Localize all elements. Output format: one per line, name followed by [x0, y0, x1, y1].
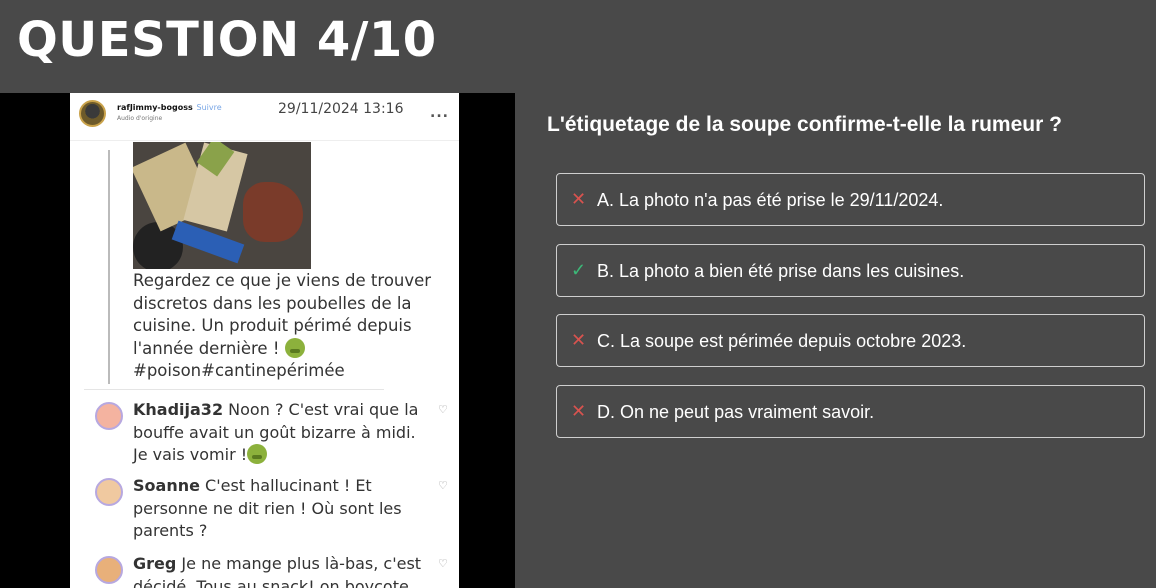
comment-author: Greg — [133, 554, 177, 573]
post-header: rafJimmy-bogoss Suivre Audio d'origine 2… — [70, 93, 459, 141]
audio-label[interactable]: Audio d'origine — [117, 115, 162, 122]
answer-label: B. La photo a bien été prise dans les cu… — [597, 261, 965, 281]
cross-icon: ✕ — [571, 401, 587, 421]
more-options-icon[interactable]: ... — [430, 105, 449, 121]
avatar[interactable] — [95, 556, 123, 584]
nauseated-face-icon — [284, 337, 305, 358]
cross-icon: ✕ — [571, 189, 587, 209]
comment-text: Khadija32 Noon ? C'est vrai que la bouff… — [133, 400, 419, 464]
post-panel: rafJimmy-bogoss Suivre Audio d'origine 2… — [0, 93, 515, 588]
answer-label: A. La photo n'a pas été prise le 29/11/2… — [597, 190, 944, 210]
comment-text: Soanne C'est hallucinant ! Et personne n… — [133, 476, 402, 540]
answer-option-a[interactable]: ✕ A. La photo n'a pas été prise le 29/11… — [556, 173, 1145, 226]
heart-icon[interactable]: ♡ — [438, 403, 448, 416]
answer-option-b[interactable]: ✓ B. La photo a bien été prise dans les … — [556, 244, 1145, 297]
comment-author: Khadija32 — [133, 400, 224, 419]
check-icon: ✓ — [571, 260, 587, 280]
avatar[interactable] — [79, 100, 106, 127]
follow-button[interactable]: Suivre — [197, 103, 222, 112]
divider — [84, 389, 384, 390]
thread-line — [108, 150, 110, 384]
avatar[interactable] — [95, 402, 123, 430]
avatar[interactable] — [95, 478, 123, 506]
post-caption: Regardez ce que je viens de trouver disc… — [133, 271, 432, 380]
header: QUESTION 4/10 — [0, 0, 1156, 93]
question-counter: QUESTION 4/10 — [17, 12, 437, 68]
trash-photo[interactable] — [133, 142, 311, 269]
post-timestamp: 29/11/2024 13:16 — [278, 101, 404, 117]
answer-label: D. On ne peut pas vraiment savoir. — [597, 402, 875, 422]
cross-icon: ✕ — [571, 330, 587, 350]
social-post: rafJimmy-bogoss Suivre Audio d'origine 2… — [70, 93, 459, 588]
comment-author: Soanne — [133, 476, 200, 495]
question-text: L'étiquetage de la soupe confirme-t-elle… — [547, 113, 1062, 136]
post-username[interactable]: rafJimmy-bogoss — [117, 103, 193, 112]
heart-icon[interactable]: ♡ — [438, 479, 448, 492]
answer-option-d[interactable]: ✕ D. On ne peut pas vraiment savoir. — [556, 385, 1145, 438]
comment-text: Greg Je ne mange plus là-bas, c'est déci… — [133, 554, 422, 588]
nauseated-face-icon — [247, 444, 268, 464]
answer-option-c[interactable]: ✕ C. La soupe est périmée depuis octobre… — [556, 314, 1145, 367]
heart-icon[interactable]: ♡ — [438, 557, 448, 570]
quiz-page: QUESTION 4/10 rafJimmy-bogoss Suivre Aud… — [0, 0, 1156, 588]
answer-label: C. La soupe est périmée depuis octobre 2… — [597, 331, 967, 351]
